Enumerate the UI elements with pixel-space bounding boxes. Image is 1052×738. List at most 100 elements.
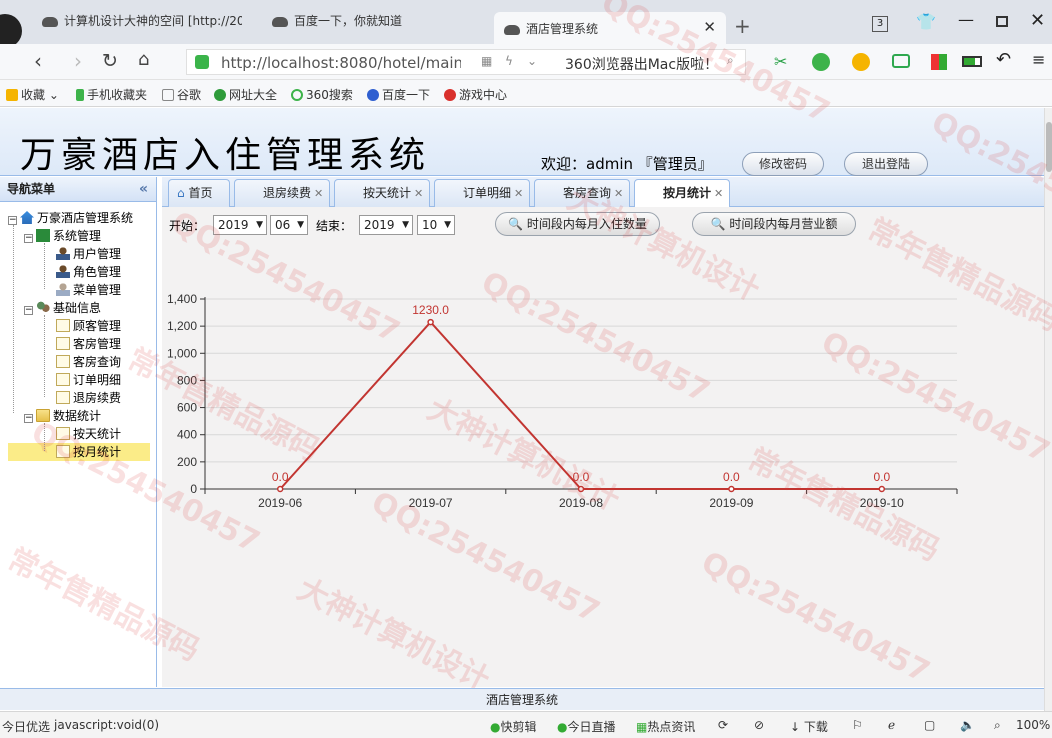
bookmark-mobile[interactable]: 手机收藏夹 [76, 86, 147, 103]
tree-group-system[interactable]: − 系统管理 [24, 227, 101, 245]
sidebar-item-checkout[interactable]: 退房续费 [56, 389, 121, 407]
no-image-icon[interactable]: ⊘ [754, 718, 764, 732]
tree-root[interactable]: − 万豪酒店管理系统 [8, 209, 133, 227]
sidebar-item-menus[interactable]: 菜单管理 [56, 281, 121, 299]
collapse-toggle-icon[interactable]: − [24, 306, 33, 315]
qr-icon[interactable]: ▦ [481, 54, 492, 68]
sidebar-item-customers[interactable]: 顾客管理 [56, 317, 121, 335]
collapse-toggle-icon[interactable]: − [24, 414, 33, 423]
bookmark-hao[interactable]: 网址大全 [214, 86, 277, 103]
data-point [728, 485, 735, 493]
logout-button[interactable]: 退出登陆 [844, 152, 928, 176]
chevron-down-icon[interactable]: ⌄ [527, 54, 537, 68]
collapse-icon[interactable]: « [139, 177, 148, 202]
tab-orders[interactable]: 订单明细 ✕ [434, 179, 530, 207]
browser-tab-1[interactable]: 计算机设计大神的空间 [http://20 [42, 12, 242, 44]
close-tab-icon[interactable]: ✕ [614, 187, 623, 200]
end-month-select[interactable]: 10 ▼ [417, 215, 455, 235]
screenshot-icon[interactable] [892, 54, 910, 68]
menu-icon[interactable]: ≡ [1032, 50, 1045, 69]
welcome-text: 欢迎：admin 『管理员』 [541, 155, 713, 173]
reload-icon[interactable]: ↻ [102, 50, 118, 72]
tree-group-basic[interactable]: − 基础信息 [24, 299, 101, 317]
new-tab-button[interactable]: + [734, 14, 751, 38]
bookmark-baidu[interactable]: 百度一下 [367, 86, 430, 103]
url-bar[interactable]: http://localhost:8080/hotel/main.htm ▦ ϟ… [186, 49, 746, 75]
search-box-text[interactable]: 360浏览器出Mac版啦！ [565, 54, 718, 74]
translate-icon[interactable] [812, 53, 830, 71]
close-tab-icon[interactable]: ✕ [714, 187, 723, 200]
bookmark-360search[interactable]: 360搜索 [291, 86, 353, 103]
monthly-line-chart: 0 200 400 600 800 1,000 1,200 1,400 2019-06 2019-… [167, 292, 958, 510]
y-tick-label: 1,200 [167, 319, 197, 333]
dropdown-arrow-icon: ▼ [402, 220, 409, 230]
window-icon[interactable]: ▢ [924, 718, 935, 732]
data-label: 0.0 [723, 470, 740, 484]
sidebar-item-rooms[interactable]: 客房管理 [56, 335, 121, 353]
monthly-revenue-button[interactable]: 🔍 时间段内每月营业额 [692, 212, 856, 236]
start-month-select[interactable]: 06 ▼ [270, 215, 308, 235]
tab-room-query[interactable]: 客房查询 ✕ [534, 179, 630, 207]
tab-count-badge[interactable]: 3 [872, 16, 888, 32]
monthly-checkin-count-button[interactable]: 🔍 时间段内每月入住数量 [495, 212, 660, 236]
y-tick-label: 200 [177, 455, 197, 469]
document-icon [56, 319, 70, 332]
search-icon[interactable]: ⌕ [727, 53, 734, 68]
close-tab-icon[interactable]: ✕ [314, 187, 323, 200]
lightning-icon[interactable]: ϟ [505, 54, 513, 68]
start-label: 开始： [169, 219, 206, 233]
tab-daily-stats[interactable]: 按天统计 ✕ [334, 179, 430, 207]
page-scrollbar[interactable] [1044, 108, 1052, 711]
tab-monthly-stats[interactable]: 按月统计 ✕ [634, 179, 730, 208]
sidebar-item-daily-stats[interactable]: 按天统计 [56, 425, 121, 443]
status-today-picks[interactable]: 今日优选 [2, 718, 50, 735]
browser-tab-3[interactable]: 酒店管理系统 ✕ [494, 12, 726, 44]
tab-home[interactable]: ⌂ 首页 [168, 179, 230, 207]
url-text[interactable]: http://localhost:8080/hotel/main.htm [221, 54, 461, 72]
scissors-icon[interactable]: ✂ [774, 52, 787, 71]
maximize-button[interactable] [996, 16, 1008, 27]
tree-group-stats[interactable]: − 数据统计 [24, 407, 101, 425]
forward-icon[interactable]: › [74, 49, 82, 73]
battery-icon[interactable] [962, 56, 982, 67]
sidebar-item-room-query[interactable]: 客房查询 [56, 353, 121, 371]
change-password-button[interactable]: 修改密码 [742, 152, 824, 176]
bookmark-google[interactable]: 谷歌 [162, 86, 201, 103]
speaker-icon[interactable]: 🔈 [960, 718, 975, 732]
undo-icon[interactable]: ↶ [996, 49, 1011, 70]
flag-icon[interactable]: ⚐ [852, 718, 863, 732]
sidebar-item-monthly-stats[interactable]: 按月统计 [8, 443, 150, 461]
status-download[interactable]: ↓ 下载 [790, 718, 828, 735]
home-icon[interactable]: ⌂ [138, 49, 149, 70]
status-news[interactable]: ▦热点资讯 [636, 718, 695, 735]
zoom-level[interactable]: 100% [1016, 718, 1050, 732]
shirt-icon[interactable]: 👕 [916, 12, 936, 31]
collapse-toggle-icon[interactable]: − [24, 234, 33, 243]
browser-tab-2[interactable]: 百度一下，你就知道 [272, 12, 472, 44]
coin-icon[interactable] [852, 53, 870, 71]
minimize-button[interactable]: — [958, 10, 974, 29]
start-year-select[interactable]: 2019 ▼ [213, 215, 267, 235]
refresh-icon[interactable]: ⟳ [718, 718, 728, 732]
search-icon[interactable]: ⌕ [994, 718, 1001, 733]
ie-icon[interactable]: ℯ [888, 718, 895, 732]
back-icon[interactable]: ‹ [34, 49, 42, 73]
close-tab-icon[interactable]: ✕ [414, 187, 423, 200]
tab-checkout[interactable]: 退房续费 ✕ [234, 179, 330, 207]
status-quick-edit[interactable]: ●快剪辑 [490, 718, 537, 735]
apps-icon[interactable] [931, 54, 947, 70]
status-live[interactable]: ●今日直播 [557, 718, 616, 735]
bookmark-games[interactable]: 游戏中心 [444, 86, 507, 103]
sidebar-item-roles[interactable]: 角色管理 [56, 263, 121, 281]
collapse-toggle-icon[interactable]: − [8, 216, 17, 225]
status-url: javascript:void(0) [54, 718, 160, 732]
end-year-select[interactable]: 2019 ▼ [359, 215, 413, 235]
bookmark-favorites[interactable]: 收藏 ⌄ [6, 86, 59, 103]
app-header: 万豪酒店入住管理系统 欢迎：admin 『管理员』 修改密码 退出登陆 [0, 108, 1044, 176]
sidebar-item-orders[interactable]: 订单明细 [56, 371, 121, 389]
close-window-button[interactable]: ✕ [1030, 10, 1045, 31]
close-tab-icon[interactable]: ✕ [703, 18, 716, 36]
sidebar-item-users[interactable]: 用户管理 [56, 245, 121, 263]
scrollbar-thumb[interactable] [1046, 122, 1052, 172]
close-tab-icon[interactable]: ✕ [514, 187, 523, 200]
